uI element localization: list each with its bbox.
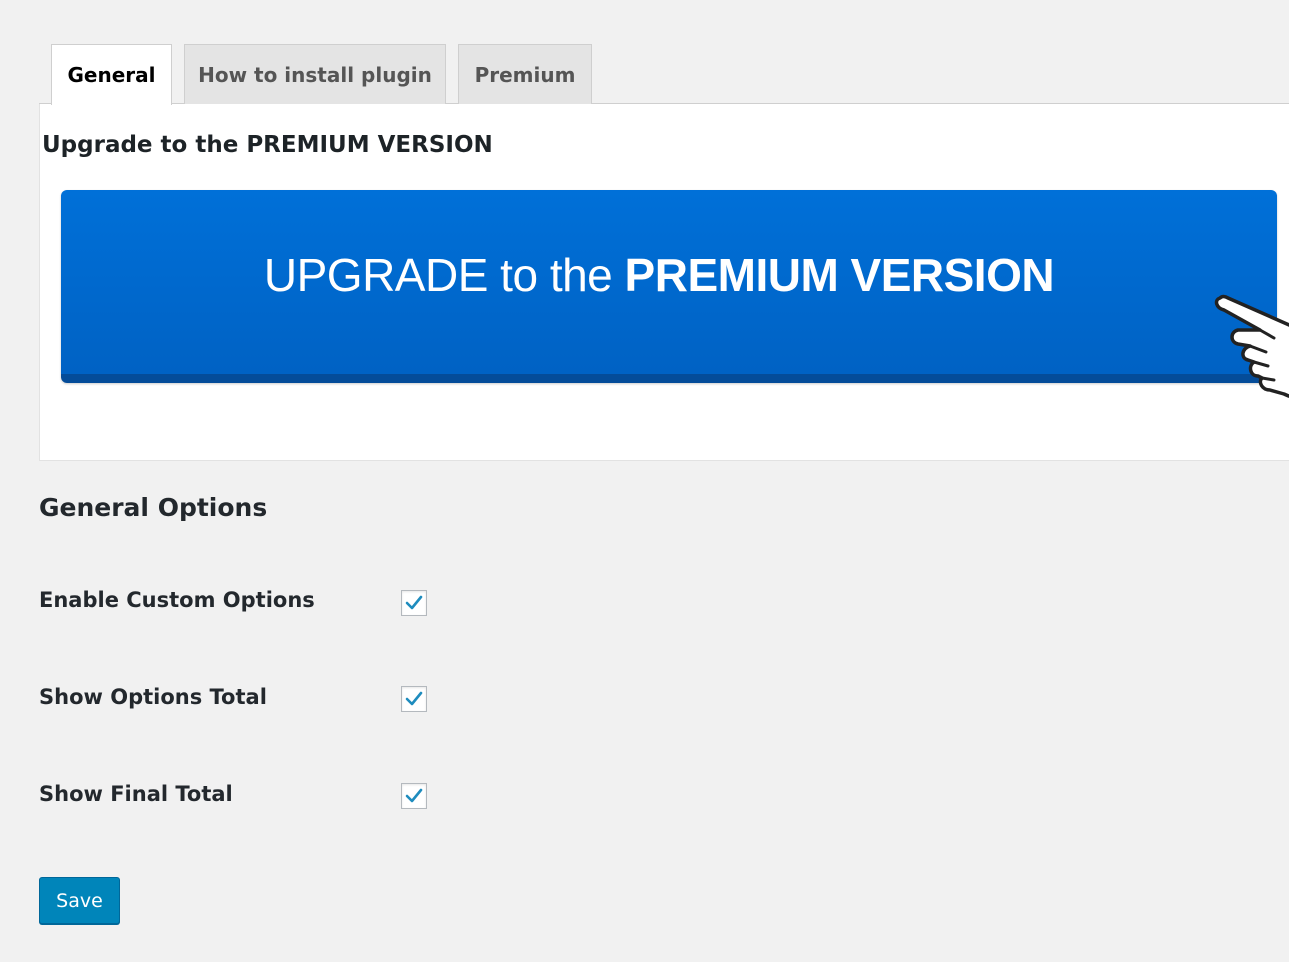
tab-bar: General How to install plugin Premium: [39, 44, 1289, 105]
upgrade-premium-banner[interactable]: UPGRADE to the PREMIUM VERSION: [61, 190, 1277, 383]
checkmark-icon: [405, 691, 423, 706]
general-options-title: General Options: [39, 493, 268, 522]
checkmark-icon: [405, 788, 423, 803]
checkmark-icon: [405, 595, 423, 610]
panel-title: Upgrade to the PREMIUM VERSION: [42, 132, 493, 158]
enable-custom-options-label: Enable Custom Options: [39, 588, 315, 612]
show-options-total-label: Show Options Total: [39, 685, 267, 709]
pointing-hand-icon: [1214, 294, 1289, 398]
tab-premium[interactable]: Premium: [458, 44, 592, 104]
save-button[interactable]: Save: [39, 877, 120, 924]
banner-text-bold: PREMIUM VERSION: [624, 249, 1055, 301]
enable-custom-options-checkbox[interactable]: [401, 590, 427, 616]
show-options-total-checkbox[interactable]: [401, 686, 427, 712]
premium-panel: Upgrade to the PREMIUM VERSION UPGRADE t…: [39, 104, 1289, 461]
tab-general[interactable]: General: [51, 44, 172, 105]
show-final-total-label: Show Final Total: [39, 782, 233, 806]
show-final-total-checkbox[interactable]: [401, 783, 427, 809]
tab-how-to-install[interactable]: How to install plugin: [184, 44, 446, 104]
banner-text-light: UPGRADE to the: [263, 249, 625, 301]
banner-text: UPGRADE to the PREMIUM VERSION: [263, 248, 1055, 302]
